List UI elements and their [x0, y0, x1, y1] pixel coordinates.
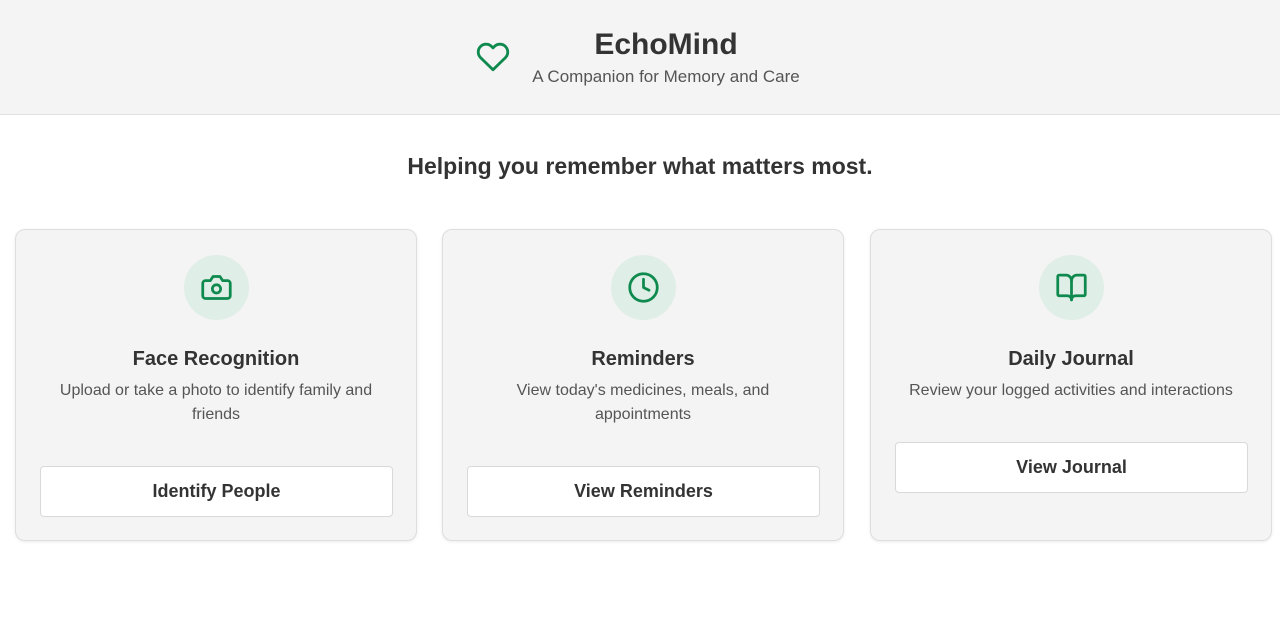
card-icon-circle — [184, 255, 249, 320]
app-title: EchoMind — [594, 28, 738, 61]
card-description: Review your logged activities and intera… — [909, 382, 1233, 399]
card-icon-circle — [1039, 255, 1104, 320]
view-reminders-button[interactable]: View Reminders — [467, 466, 820, 517]
card-daily-journal: Daily Journal Review your logged activit… — [870, 229, 1272, 541]
app-subtitle: A Companion for Memory and Care — [532, 67, 800, 86]
app-header: EchoMind A Companion for Memory and Care — [0, 0, 1280, 115]
card-title: Daily Journal — [1008, 348, 1134, 370]
card-description: Upload or take a photo to identify famil… — [59, 382, 373, 423]
clock-icon — [628, 272, 659, 303]
tagline: Helping you remember what matters most. — [407, 153, 873, 179]
card-description: View today's medicines, meals, and appoi… — [516, 382, 770, 423]
card-reminders: Reminders View today's medicines, meals,… — [442, 229, 844, 541]
card-face-recognition: Face Recognition Upload or take a photo … — [15, 229, 417, 541]
card-title: Reminders — [591, 348, 695, 370]
card-title: Face Recognition — [132, 348, 300, 370]
view-journal-button[interactable]: View Journal — [895, 442, 1248, 493]
card-icon-circle — [611, 255, 676, 320]
identify-people-button[interactable]: Identify People — [40, 466, 393, 517]
camera-icon — [201, 275, 232, 300]
book-open-icon — [1056, 273, 1087, 302]
